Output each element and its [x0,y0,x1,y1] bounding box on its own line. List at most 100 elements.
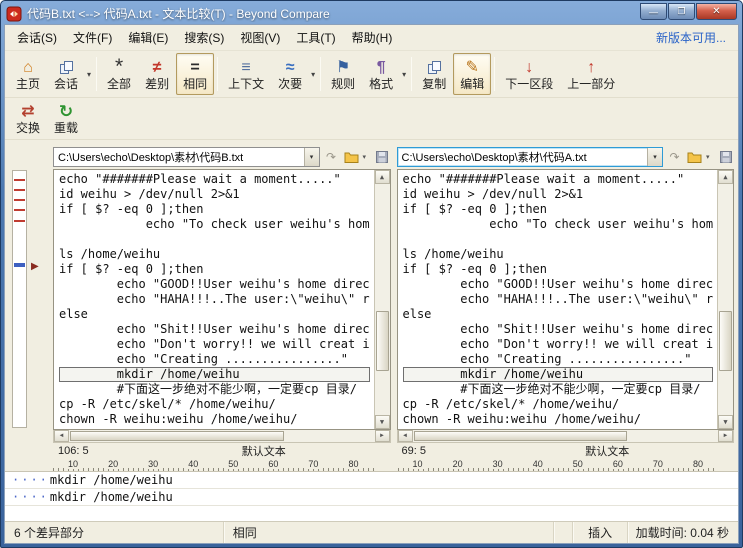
right-pane: C:\Users\echo\Desktop\素材\代码A.txt ↷ [397,146,735,458]
menu-file[interactable]: 文件(F) [65,25,120,50]
menu-search[interactable]: 搜索(S) [176,25,232,50]
code-line: #下面这一步绝对不能少啊，一定要cp 目录/ [403,382,714,397]
scroll-down-icon[interactable] [718,415,733,429]
format-button[interactable]: ¶ 格式 [362,53,400,95]
home-button[interactable]: ⌂ 主页 [9,53,47,95]
right-hscroll-thumb[interactable] [414,431,628,441]
code-line: echo "Don't worry!! we will creat it. [59,337,370,352]
scroll-up-icon[interactable] [375,170,390,184]
swap-button[interactable]: ⇄ 交换 [9,100,47,137]
left-path-row: C:\Users\echo\Desktop\素材\代码B.txt ↷ [53,146,391,167]
scroll-down-icon[interactable] [375,415,390,429]
code-line: echo "Shit!!User weihu's home directo [403,322,714,337]
right-path-row: C:\Users\echo\Desktop\素材\代码A.txt ↷ [397,146,735,167]
sessions-button[interactable]: 会话 [47,53,85,95]
previous-section-button[interactable]: ↑ 上一部分 [560,53,622,95]
menu-help[interactable]: 帮助(H) [344,25,401,50]
right-path-dropdown-icon[interactable] [647,148,662,166]
left-editor[interactable]: echo "#######Please wait a moment....." … [53,169,391,430]
right-syntax-format[interactable]: 默认文本 [481,443,735,459]
menubar: 会话(S) 文件(F) 编辑(E) 搜索(S) 视图(V) 工具(T) 帮助(H… [5,25,738,51]
swap-icon: ⇄ [21,102,34,121]
edit-button[interactable]: ✎ 编辑 [453,53,491,95]
minor-dropdown-caret-icon[interactable] [309,70,317,79]
right-vertical-scrollbar[interactable] [717,170,733,429]
right-pane-statusbar: 69: 5 默认文本 [397,443,735,458]
scroll-right-icon[interactable] [375,430,390,442]
right-file-path: C:\Users\echo\Desktop\素材\代码A.txt [402,149,648,165]
left-vscroll-track[interactable] [375,184,390,415]
format-icon: ¶ [377,58,386,77]
code-line: else [59,307,370,322]
window-controls: — ❐ ✕ [640,3,737,20]
left-pane: C:\Users\echo\Desktop\素材\代码B.txt ↷ [53,146,391,458]
code-line: if [ $? -eq 0 ];then [59,262,370,277]
minor-icon: ≈ [286,58,295,77]
scroll-left-icon[interactable] [398,430,413,442]
minor-button[interactable]: ≈ 次要 [271,53,309,95]
right-vscroll-track[interactable] [718,184,733,415]
left-save-icon[interactable] [374,148,391,166]
line-details-pane: ····mkdir /home/weihu ····mkdir /home/we… [5,471,738,521]
menu-session[interactable]: 会话(S) [9,25,65,50]
titlebar: 代码B.txt <--> 代码A.txt - 文本比较(T) - Beyond … [4,3,739,24]
new-version-link[interactable]: 新版本可用... [656,29,734,46]
window-title: 代码B.txt <--> 代码A.txt - 文本比较(T) - Beyond … [27,5,632,22]
right-path-combobox[interactable]: C:\Users\echo\Desktop\素材\代码A.txt [397,147,664,167]
show-same-button[interactable]: = 相同 [176,53,214,95]
rules-button[interactable]: ⚑ 规则 [324,53,362,95]
left-reload-file-icon[interactable]: ↷ [323,148,340,166]
left-hscroll-thumb[interactable] [70,431,284,441]
left-vertical-scrollbar[interactable] [374,170,390,429]
next-section-button[interactable]: ↓ 下一区段 [498,53,560,95]
app-icon [6,6,22,22]
left-folder-caret-icon[interactable] [363,153,371,161]
right-save-icon[interactable] [717,148,734,166]
right-folder-caret-icon[interactable] [706,153,714,161]
code-line: else [403,307,714,322]
reload-button[interactable]: ↻ 重载 [47,100,85,137]
overview-strip[interactable] [12,170,27,428]
scroll-left-icon[interactable] [54,430,69,442]
scroll-right-icon[interactable] [718,430,733,442]
right-vscroll-thumb[interactable] [719,311,732,371]
diff-mark [14,179,25,181]
format-dropdown-caret-icon[interactable] [400,70,408,79]
maximize-button[interactable]: ❐ [668,3,695,20]
scroll-up-icon[interactable] [718,170,733,184]
left-syntax-format[interactable]: 默认文本 [137,443,391,459]
context-icon: ≡ [241,58,250,77]
left-hscroll-track[interactable] [69,430,375,442]
left-path-combobox[interactable]: C:\Users\echo\Desktop\素材\代码B.txt [53,147,320,167]
right-reload-file-icon[interactable]: ↷ [666,148,683,166]
sessions-dropdown-caret-icon[interactable] [85,70,93,79]
left-vscroll-thumb[interactable] [376,311,389,371]
left-path-dropdown-icon[interactable] [304,148,319,166]
right-browse-folder-icon[interactable] [686,148,703,166]
menu-edit[interactable]: 编辑(E) [120,25,176,50]
insert-mode-status[interactable]: 插入 [573,522,628,543]
code-line: echo "Creating ................" [59,352,370,367]
right-editor[interactable]: echo "#######Please wait a moment....." … [397,169,735,430]
close-button[interactable]: ✕ [696,3,737,20]
code-line: chown -R weihu:weihu /home/weihu/ [59,412,370,427]
left-horizontal-scrollbar[interactable] [53,430,391,443]
menu-view[interactable]: 视图(V) [232,25,288,50]
menu-tools[interactable]: 工具(T) [288,25,343,50]
show-all-button[interactable]: * 全部 [100,53,138,95]
current-line-arrow-icon: ▶ [31,261,39,272]
context-button[interactable]: ≡ 上下文 [221,53,271,95]
left-browse-folder-icon[interactable] [343,148,360,166]
previous-section-icon: ↑ [587,58,595,77]
show-differences-button[interactable]: ≠ 差别 [138,53,176,95]
code-line: #下面这一步绝对不能少啊，一定要cp 目录/ [59,382,370,397]
right-hscroll-track[interactable] [413,430,719,442]
right-horizontal-scrollbar[interactable] [397,430,735,443]
copy-button[interactable]: 复制 [415,53,453,95]
detail-row-right[interactable]: ····mkdir /home/weihu [5,489,738,506]
code-line: ls /home/weihu [59,247,370,262]
load-time-status: 加载时间: 0.04 秒 [628,522,738,543]
minimize-button[interactable]: — [640,3,667,20]
column-ruler: 1020304050607080 1020304050607080 [5,458,738,471]
detail-row-left[interactable]: ····mkdir /home/weihu [5,472,738,489]
